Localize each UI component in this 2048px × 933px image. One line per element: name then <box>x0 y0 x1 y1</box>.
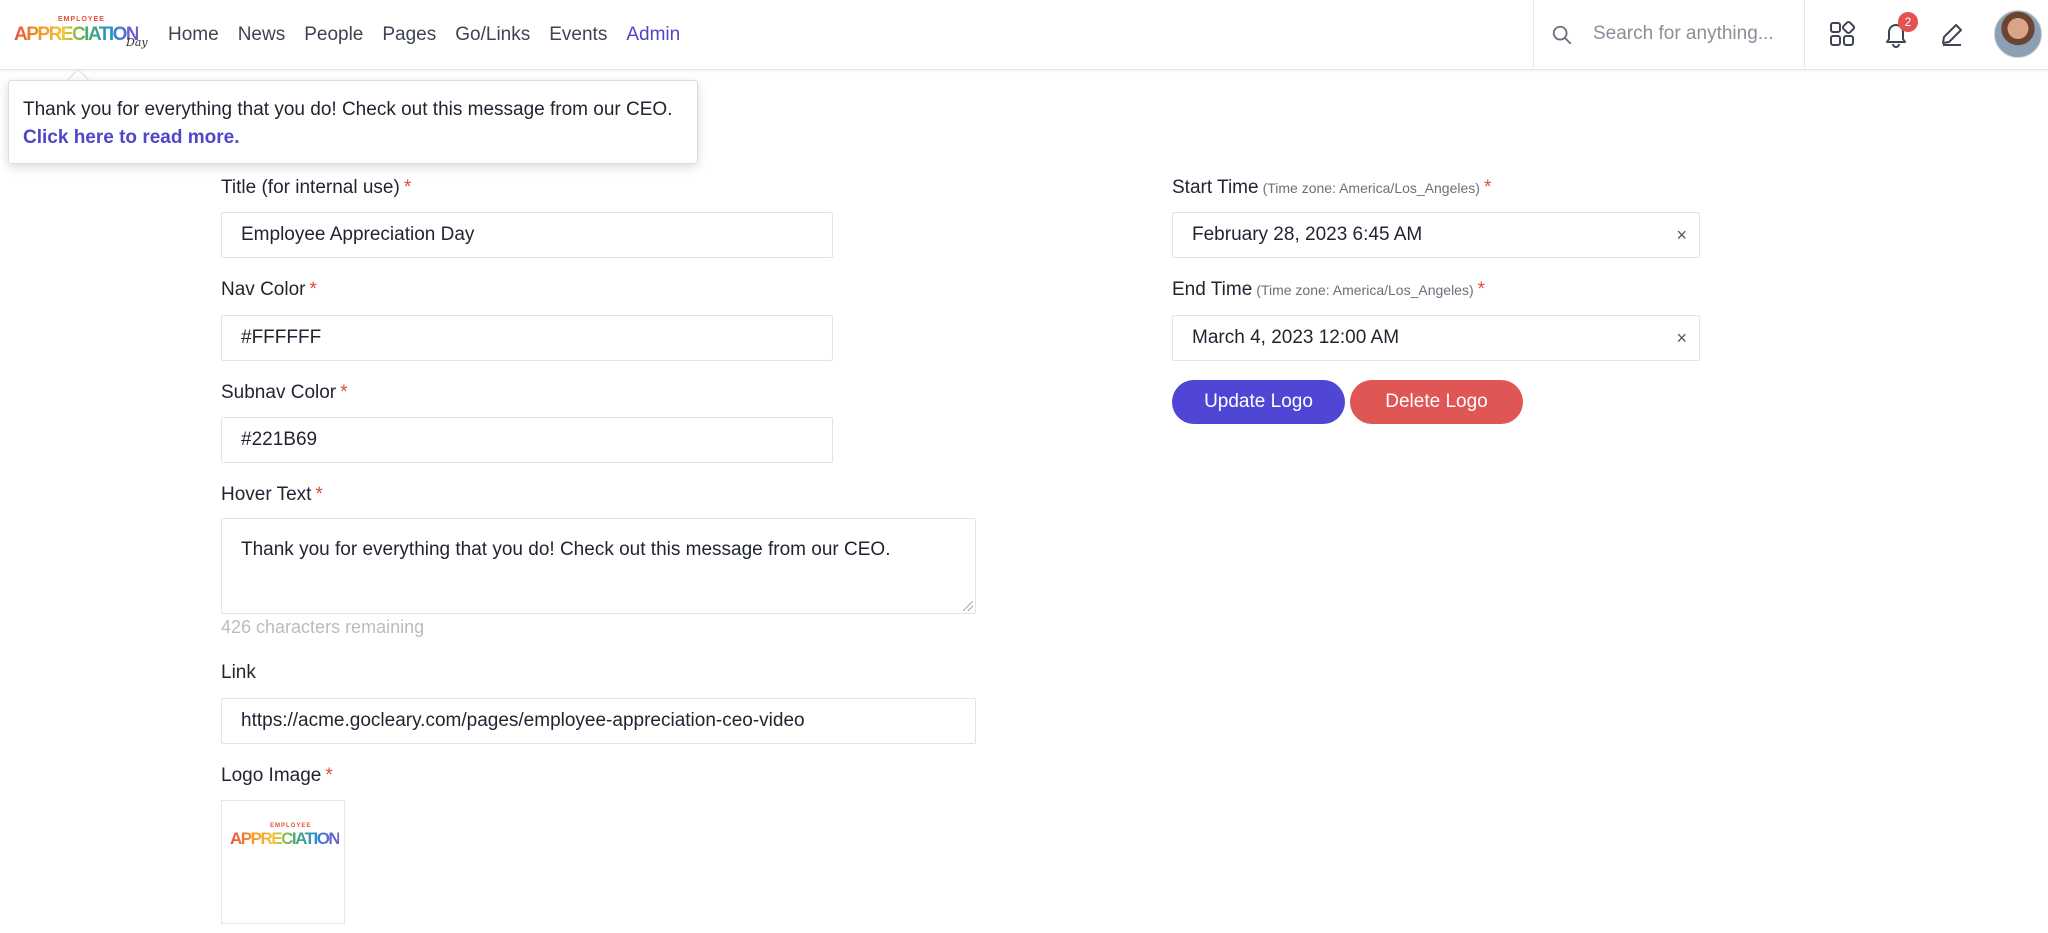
site-logo[interactable]: EMPLOYEE APPRECIATION Day <box>14 16 148 52</box>
preview-logo-main-text: APPRECIATION <box>230 829 341 848</box>
top-navigation: EMPLOYEE APPRECIATION Day Home News Peop… <box>0 0 2048 70</box>
start-time-label: Start Time (Time zone: America/Los_Angele… <box>1172 177 1491 199</box>
nav-people[interactable]: People <box>304 24 363 46</box>
end-time-input[interactable]: March 4, 2023 12:00 AM × <box>1172 315 1700 361</box>
hover-tooltip: Thank you for everything that you do! Ch… <box>8 80 698 164</box>
nav-news[interactable]: News <box>238 24 286 46</box>
main-nav: Home News People Pages Go/Links Events A… <box>168 0 699 70</box>
nav-color-label: Nav Color * <box>221 279 317 301</box>
end-time-value: March 4, 2023 12:00 AM <box>1192 327 1400 348</box>
title-input[interactable]: Employee Appreciation Day <box>221 212 833 258</box>
required-mark: * <box>325 765 333 786</box>
clear-start-time-icon[interactable]: × <box>1676 225 1687 246</box>
start-time-value: February 28, 2023 6:45 AM <box>1192 224 1423 245</box>
required-mark: * <box>403 177 412 198</box>
hover-text-label-text: Hover Text <box>221 484 312 505</box>
delete-logo-button[interactable]: Delete Logo <box>1350 380 1523 424</box>
nav-color-input[interactable]: #FFFFFF <box>221 315 833 361</box>
hover-text-value: Thank you for everything that you do! Ch… <box>241 539 891 560</box>
resize-handle[interactable] <box>963 601 973 611</box>
clear-end-time-icon[interactable]: × <box>1676 328 1687 349</box>
characters-remaining: 426 characters remaining <box>221 617 425 637</box>
subnav-color-label: Subnav Color * <box>221 382 348 404</box>
subnav-color-label-text: Subnav Color <box>221 382 337 403</box>
link-input[interactable]: https://acme.gocleary.com/pages/employee… <box>221 698 976 744</box>
nav-golinks[interactable]: Go/Links <box>455 24 530 46</box>
user-avatar[interactable] <box>1994 10 2042 58</box>
title-label-text: Title (for internal use) <box>221 177 400 198</box>
required-mark: * <box>315 484 323 505</box>
start-time-zone: (Time zone: America/Los_Angeles) <box>1262 180 1480 196</box>
logo-image-label-text: Logo Image <box>221 765 322 786</box>
search-icon <box>1552 25 1572 45</box>
search-placeholder: Search for anything... <box>1593 23 1774 44</box>
nav-home[interactable]: Home <box>168 24 219 46</box>
hover-text-label: Hover Text * <box>221 484 323 506</box>
end-time-label-text: End Time <box>1172 279 1253 300</box>
end-time-zone: (Time zone: America/Los_Angeles) <box>1256 282 1474 298</box>
nav-events[interactable]: Events <box>549 24 607 46</box>
required-mark: * <box>1477 279 1486 300</box>
required-mark: * <box>309 279 317 300</box>
nav-pages[interactable]: Pages <box>382 24 436 46</box>
search-input[interactable]: Search for anything... <box>1533 0 1805 68</box>
nav-color-label-text: Nav Color <box>221 279 306 300</box>
apps-grid-icon[interactable] <box>1828 20 1856 48</box>
logo-top-text: EMPLOYEE <box>58 16 105 23</box>
title-label: Title (for internal use) * <box>221 177 411 199</box>
update-logo-button[interactable]: Update Logo <box>1172 380 1345 424</box>
start-time-input[interactable]: February 28, 2023 6:45 AM × <box>1172 212 1700 258</box>
link-label-text: Link <box>221 662 256 683</box>
nav-admin[interactable]: Admin <box>626 24 680 46</box>
subnav-color-input[interactable]: #221B69 <box>221 417 833 463</box>
hover-text-textarea[interactable]: Thank you for everything that you do! Ch… <box>221 518 976 614</box>
required-mark: * <box>340 382 348 403</box>
tooltip-text: Thank you for everything that you do! Ch… <box>23 99 673 120</box>
logo-main-text: APPRECIATION <box>14 24 140 45</box>
logo-image-preview: EMPLOYEE APPRECIATION <box>221 800 345 924</box>
logo-image-label: Logo Image * <box>221 765 333 787</box>
edit-pencil-icon[interactable] <box>1938 20 1966 48</box>
required-mark: * <box>1483 177 1492 198</box>
link-label: Link <box>221 662 256 684</box>
logo-script-text: Day <box>126 36 148 49</box>
start-time-label-text: Start Time <box>1172 177 1259 198</box>
notification-badge: 2 <box>1898 12 1918 32</box>
tooltip-read-more-link[interactable]: Click here to read more. <box>23 127 239 148</box>
end-time-label: End Time (Time zone: America/Los_Angeles)… <box>1172 279 1485 301</box>
